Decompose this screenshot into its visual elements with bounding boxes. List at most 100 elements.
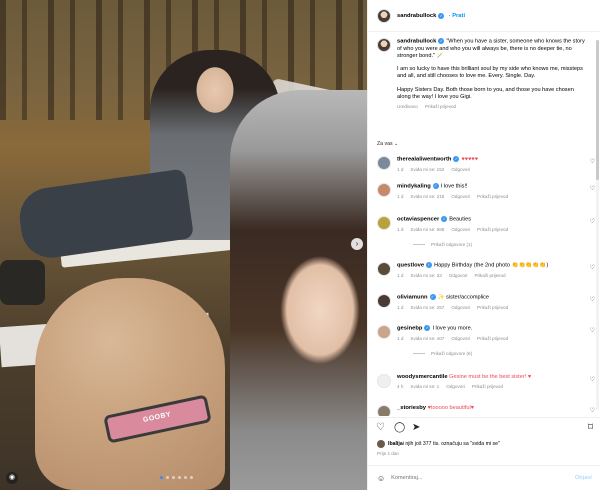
see-translation-link[interactable]: Prikaži prijevod xyxy=(474,273,505,278)
see-translation-link[interactable]: Prikaži prijevod xyxy=(477,194,508,199)
comment-like-count[interactable]: Sviđa mi se: 218 xyxy=(410,194,444,199)
comment-text: questlove ✓ Happy Birthday (the 2nd photo … xyxy=(397,262,582,270)
comment-like-icon[interactable]: ♡ xyxy=(590,376,595,383)
reply-button[interactable]: Odgovori xyxy=(451,167,470,172)
comment-text: _storiesby ♥tooooo beautiful♥ xyxy=(397,405,582,412)
emoji-icon[interactable]: ☺ xyxy=(377,474,385,483)
verified-icon: ✓ xyxy=(424,325,431,331)
carousel-next-icon[interactable]: › xyxy=(351,238,363,250)
comment-item: octaviaspencer ✓ Beauties 1 d Sviđa mi se: 5… xyxy=(377,216,592,232)
like-icon[interactable]: ♡ xyxy=(376,422,385,433)
comment-meta: 1 d Sviđa mi se: 218 Odgovori Prikaži prije… xyxy=(397,194,582,199)
commenter-username[interactable]: octaviaspencer xyxy=(397,216,439,222)
comment-like-icon[interactable]: ♡ xyxy=(590,327,595,334)
author-username[interactable]: sandrabullock xyxy=(397,13,436,19)
comment-like-icon[interactable]: ♡ xyxy=(590,296,595,303)
comment-icon[interactable]: ◯ xyxy=(394,422,405,433)
comment-time: 1 d xyxy=(397,335,404,341)
commenter-avatar[interactable] xyxy=(377,183,391,197)
see-translation-link[interactable]: Prikaži prijevod xyxy=(425,104,456,109)
follow-button[interactable]: Prati xyxy=(452,13,465,19)
verified-icon: ✓ xyxy=(432,183,439,189)
reply-button[interactable]: Odgovori xyxy=(451,336,470,341)
post-time: Prije 1 dan xyxy=(377,451,399,456)
caption-username[interactable]: sandrabullock xyxy=(397,38,436,44)
comment-input[interactable] xyxy=(391,475,575,481)
comments-scroll-area[interactable]: sandrabullock ✓ "When you have a sister, s… xyxy=(368,33,600,416)
commenter-avatar[interactable] xyxy=(377,216,391,230)
liker-username[interactable]: lbalija xyxy=(388,441,403,447)
see-translation-link[interactable]: Prikaži prijevod xyxy=(472,384,503,389)
comment-like-icon[interactable]: ♡ xyxy=(590,264,595,271)
reply-button[interactable]: Odgovori xyxy=(446,384,465,389)
comment-like-count[interactable]: Sviđa mi se: 152 xyxy=(410,167,444,172)
comment-meta: 1 d Sviđa mi se: 257 Odgovori Prikaži prije… xyxy=(397,305,582,310)
reply-button[interactable]: Odgovori xyxy=(451,227,470,232)
comment-text: therealaliwentworth ✓ ♥♥♥♥♥ xyxy=(397,156,582,164)
comment-like-count[interactable]: Sviđa mi se: 407 xyxy=(410,336,444,341)
liked-by-line: lbalija i njih još 377 tis. označuju sa … xyxy=(377,440,500,448)
caption-paragraph-2: I am so lucky to have this brilliant sou… xyxy=(397,66,583,80)
comment-text: gesinebp ✓ I love you more. xyxy=(397,325,582,333)
dot-separator: · xyxy=(448,12,451,19)
author-avatar[interactable] xyxy=(377,8,391,23)
commenter-username[interactable]: woodysmercantile xyxy=(397,374,448,380)
scrollbar-thumb[interactable] xyxy=(596,40,599,180)
reply-button[interactable]: Odgovori xyxy=(451,194,470,199)
comment-item: woodysmercantile Gesine must be the best… xyxy=(377,374,592,389)
comment-like-count[interactable]: Sviđa mi se: 588 xyxy=(410,227,444,232)
liker-avatar[interactable] xyxy=(377,440,385,448)
commenter-username[interactable]: therealaliwentworth xyxy=(397,156,451,162)
comment-like-icon[interactable]: ♡ xyxy=(590,158,595,165)
see-translation-link[interactable]: Prikaži prijevod xyxy=(477,336,508,341)
comment-item: questlove ✓ Happy Birthday (the 2nd photo … xyxy=(377,262,592,278)
carousel-indicator xyxy=(160,476,193,479)
save-icon[interactable]: ⌑ xyxy=(588,422,593,433)
commenter-avatar[interactable] xyxy=(377,325,391,339)
commenter-username[interactable]: _storiesby xyxy=(397,405,426,411)
comment-like-icon[interactable]: ♡ xyxy=(590,185,595,192)
liked-by-rest[interactable]: i njih još 377 tis. označuju sa "sviđa m… xyxy=(403,441,500,447)
for-you-label: Za vas xyxy=(377,141,393,147)
poodle-dog xyxy=(35,278,225,490)
view-replies-button[interactable]: Prikaži odgovore (6) xyxy=(413,351,472,356)
comment-body: Gesine must be the best sister! ♥ xyxy=(449,374,532,380)
comment-like-count[interactable]: Sviđa mi se: 1 xyxy=(410,384,439,389)
comment-meta: 4 h Sviđa mi se: 1 Odgovori Prikaži prijevo… xyxy=(397,384,582,389)
replies-line xyxy=(413,353,425,355)
commenter-avatar[interactable] xyxy=(377,156,391,170)
see-translation-link[interactable]: Prikaži prijevod xyxy=(477,305,508,310)
share-icon[interactable]: ➤ xyxy=(412,422,420,433)
user-tag-icon[interactable]: ◉ xyxy=(6,472,18,484)
chevron-down-icon: ⌄ xyxy=(394,141,399,147)
comment-text: oliviamunn ✓ ✨ sister/accomplice xyxy=(397,294,582,302)
comment-meta: 1 d Sviđa mi se: 588 Odgovori Prikaži prije… xyxy=(397,227,582,232)
commenter-username[interactable]: oliviamunn xyxy=(397,294,428,300)
comment-like-count[interactable]: Sviđa mi se: 257 xyxy=(410,305,444,310)
commenter-username[interactable]: questlove xyxy=(397,262,424,268)
comment-like-icon[interactable]: ♡ xyxy=(590,218,595,225)
for-you-dropdown[interactable]: Za vas ⌄ xyxy=(377,141,398,147)
post-comment-button[interactable]: Objavi xyxy=(575,475,592,481)
comment-like-count[interactable]: Sviđa mi se: 33 xyxy=(410,273,441,278)
comment-body: ♥tooooo beautiful♥ xyxy=(427,405,475,411)
comment-meta: 1 d Sviđa mi se: 33 Odgovori Prikaži prijev… xyxy=(397,273,582,278)
comment-body: ♥♥♥♥♥ xyxy=(461,156,479,163)
commenter-avatar[interactable] xyxy=(377,405,391,416)
commenter-avatar[interactable] xyxy=(377,294,391,308)
post-header: sandrabullock ✓ · Prati xyxy=(368,0,600,32)
view-replies-button[interactable]: Prikaži odgovore (1) xyxy=(413,242,472,247)
scrollbar[interactable] xyxy=(596,40,599,410)
commenter-username[interactable]: mindykaling xyxy=(397,183,431,189)
comment-item: mindykaling ✓ I love this!! 1 d Sviđa mi se:… xyxy=(377,183,592,199)
comment-like-icon[interactable]: ♡ xyxy=(590,407,595,414)
reply-button[interactable]: Odgovori xyxy=(451,305,470,310)
caption-author-avatar[interactable] xyxy=(377,38,391,52)
commenter-avatar[interactable] xyxy=(377,374,391,388)
carousel-dot xyxy=(184,476,187,479)
comment-item: _storiesby ♥tooooo beautiful♥ xyxy=(377,405,592,416)
commenter-avatar[interactable] xyxy=(377,262,391,276)
see-translation-link[interactable]: Prikaži prijevod xyxy=(477,227,508,232)
commenter-username[interactable]: gesinebp xyxy=(397,325,422,331)
reply-button[interactable]: Odgovori xyxy=(449,273,468,278)
